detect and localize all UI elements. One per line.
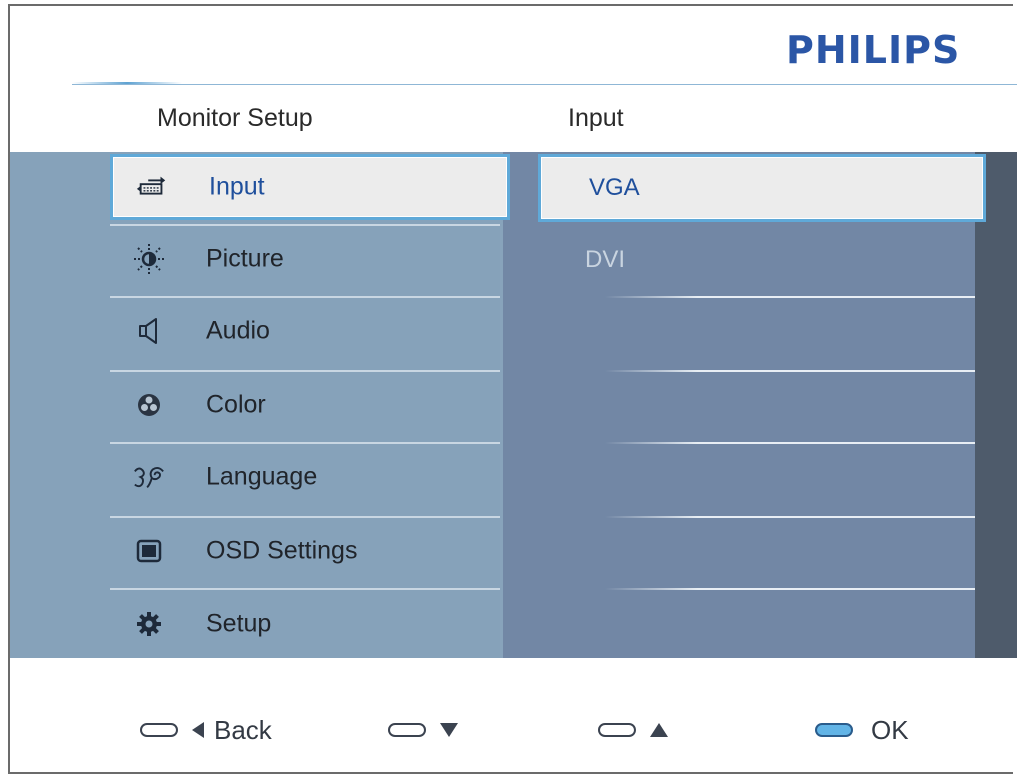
submenu-item-label: VGA <box>589 174 640 201</box>
ok-label: OK <box>871 714 909 745</box>
picture-icon <box>132 242 166 276</box>
button-pill-icon <box>388 723 426 737</box>
submenu-item-dvi[interactable]: DVI <box>540 226 976 294</box>
language-icon <box>132 460 166 494</box>
menu-item-osd-settings[interactable]: OSD Settings <box>110 516 500 584</box>
menu-item-label: Picture <box>206 244 284 273</box>
menu-item-label: Audio <box>206 316 270 345</box>
submenu-item-vga[interactable]: VGA <box>538 154 986 222</box>
menu-item-input[interactable]: Input <box>110 154 510 220</box>
menu-item-language[interactable]: Language <box>110 442 500 510</box>
button-pill-icon <box>598 723 636 737</box>
menu-item-color[interactable]: Color <box>110 370 500 438</box>
submenu-divider <box>605 588 975 590</box>
back-button[interactable]: Back <box>140 710 272 750</box>
setup-icon <box>132 607 166 641</box>
panel-right-edge <box>975 152 1017 658</box>
color-icon <box>132 388 166 422</box>
menu-item-setup[interactable]: Setup <box>110 588 500 658</box>
ok-button[interactable]: OK <box>815 710 909 750</box>
submenu-divider <box>605 442 975 444</box>
down-button[interactable] <box>388 710 458 750</box>
arrow-left-icon <box>192 722 204 738</box>
submenu-divider <box>605 370 975 372</box>
menu-item-label: Input <box>209 172 265 201</box>
submenu-divider <box>605 296 975 298</box>
brand-logo: PHILIPS <box>786 28 961 72</box>
menu-item-label: Language <box>206 462 318 491</box>
button-pill-icon <box>140 723 178 737</box>
up-button[interactable] <box>598 710 668 750</box>
menu-item-label: Setup <box>206 609 272 638</box>
input-icon <box>135 170 169 204</box>
arrow-up-icon <box>650 723 668 737</box>
submenu-title: Input <box>568 104 624 132</box>
menu-item-label: Color <box>206 390 266 419</box>
menu-item-picture[interactable]: Picture <box>110 224 500 292</box>
button-pill-active-icon <box>815 723 853 737</box>
audio-icon <box>132 314 166 348</box>
osd-settings-icon <box>132 534 166 568</box>
arrow-down-icon <box>440 723 458 737</box>
submenu-divider <box>605 516 975 518</box>
menu-item-label: OSD Settings <box>206 536 358 565</box>
submenu-item-label: DVI <box>585 246 626 273</box>
header-divider <box>72 84 1017 85</box>
main-menu-title: Monitor Setup <box>157 104 313 132</box>
back-label: Back <box>214 714 272 745</box>
menu-item-audio[interactable]: Audio <box>110 296 500 364</box>
